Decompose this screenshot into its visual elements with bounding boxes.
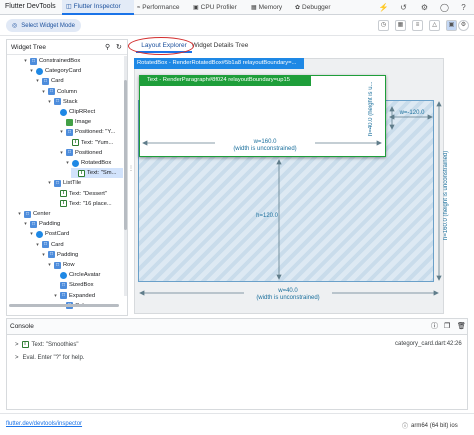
inner-height-label: h=40.0 (height is u... [368, 81, 375, 136]
outer-width-label: w=40.0 (width is unconstrained) [244, 288, 332, 302]
console-line[interactable]: > T Text: "Smoothies" [15, 341, 78, 348]
side-width-label: w=-120.0 [399, 110, 425, 116]
outer-height-value: h=160.0 [443, 217, 449, 240]
help-circle-icon[interactable]: ⓘ [431, 319, 438, 335]
console-line-source[interactable]: category_card.dart:42:26 [395, 341, 462, 347]
outer-height-label: h=160.0 (height is unconstrained) [443, 140, 450, 250]
console-eval-text: Eval. Enter "?" for help. [22, 355, 85, 361]
delete-icon[interactable]: 🗑 [457, 319, 466, 335]
prompt-icon: > [15, 355, 19, 361]
inner-width-value: w=160.0 [253, 139, 277, 145]
text-widget-icon: T [21, 341, 29, 348]
device-label: arm64 (64 bit) ios [411, 422, 458, 429]
outer-width-note: (width is unconstrained) [256, 295, 320, 301]
inner-width-note: (width is unconstrained) [233, 146, 297, 152]
documentation-link[interactable]: flutter.dev/devtools/inspector [6, 421, 82, 427]
inner-height-value: h=40.0 [368, 117, 374, 136]
copy-icon[interactable]: ❐ [444, 319, 450, 335]
middle-height-label: h=120.0 [256, 213, 278, 219]
console-title: Console [10, 323, 34, 330]
console-output[interactable]: > T Text: "Smoothies" category_card.dart… [6, 334, 468, 410]
info-icon: ⓘ [402, 424, 409, 430]
console-line-text: Text: "Smoothies" [31, 341, 79, 348]
console-eval-line[interactable]: > Eval. Enter "?" for help. [15, 355, 84, 361]
outer-width-value: w=40.0 [278, 288, 298, 294]
expand-arrow-icon: > [15, 341, 19, 348]
inner-width-label: w=160.0 (width is unconstrained) [215, 139, 315, 153]
outer-height-note: (height is unconstrained) [443, 150, 449, 217]
inner-height-note: (height is u... [368, 81, 374, 116]
console-header: Console ⓘ ❐ 🗑 [6, 318, 468, 334]
device-info: ⓘ arm64 (64 bit) ios [402, 421, 458, 431]
